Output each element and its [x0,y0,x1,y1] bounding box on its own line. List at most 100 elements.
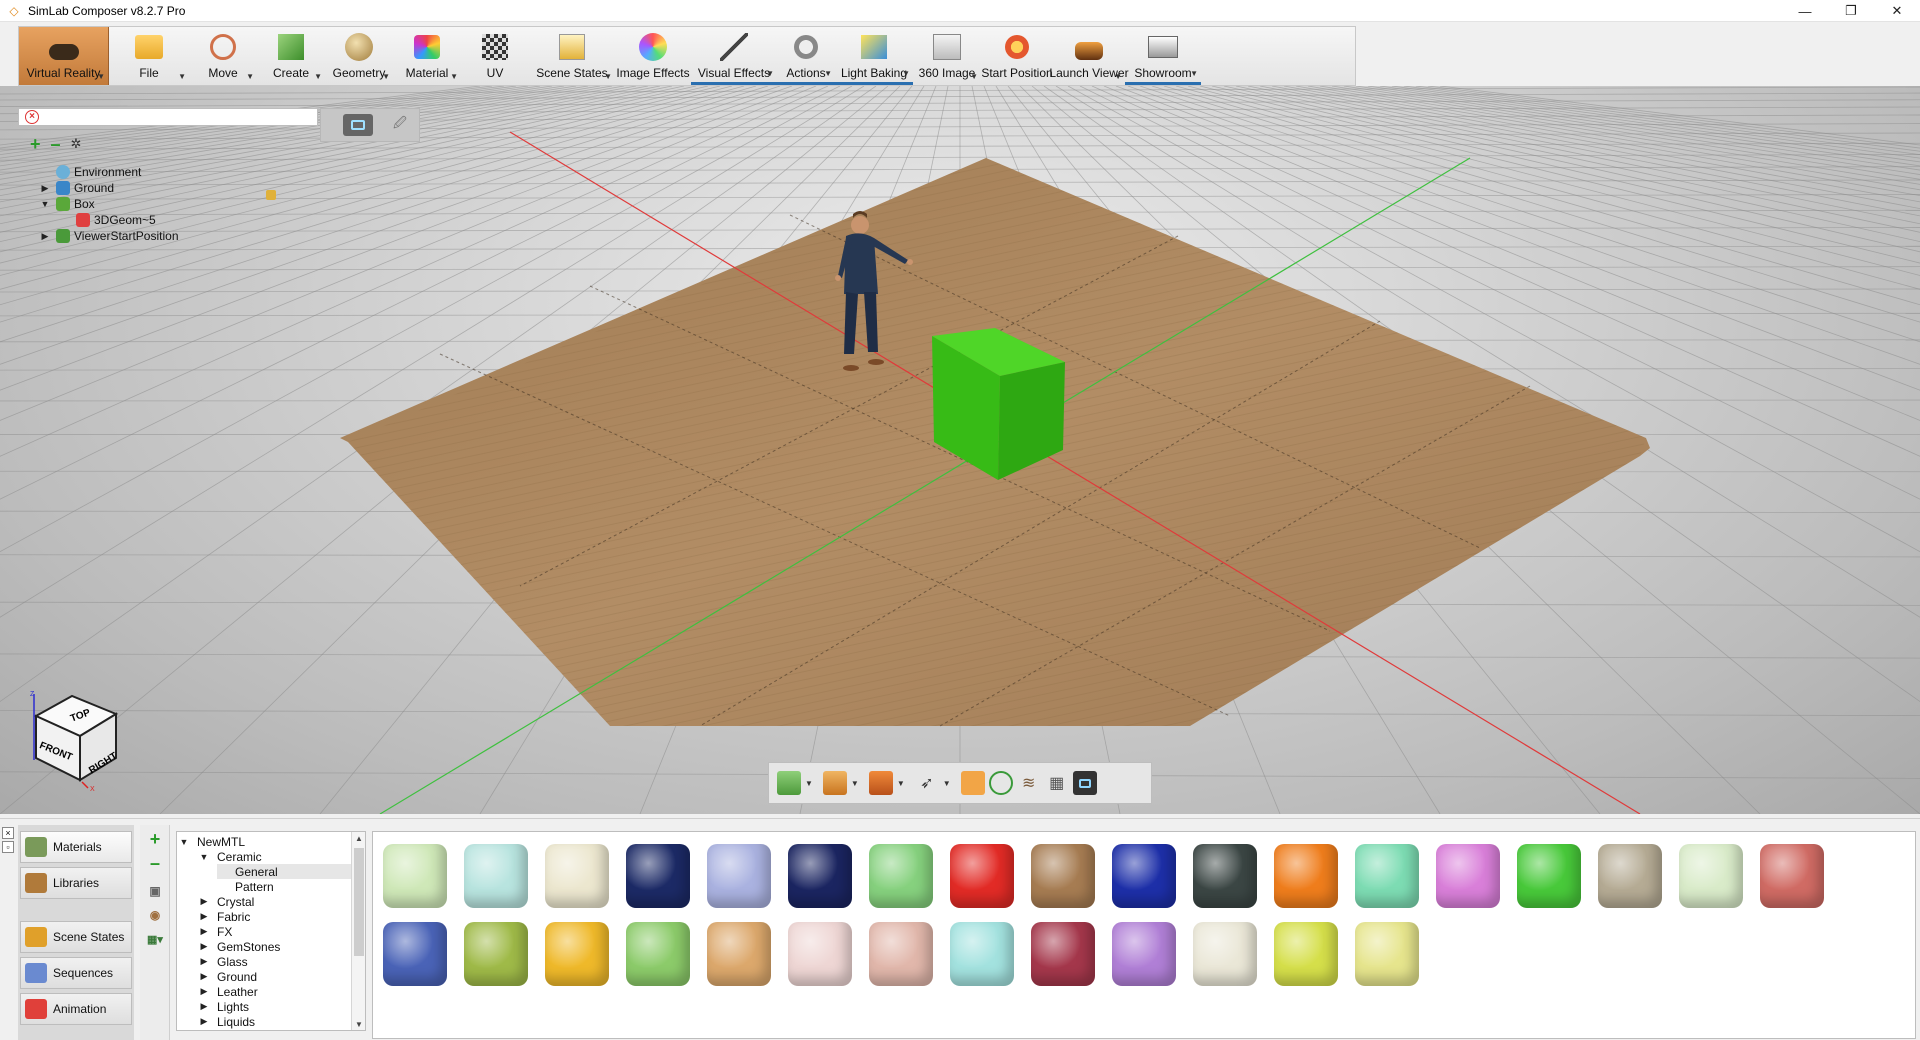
material-category-item[interactable]: Pattern [217,879,274,894]
scene-search-input[interactable] [45,110,305,124]
material-swatch[interactable] [383,844,447,908]
material-swatch[interactable] [1517,844,1581,908]
material-swatch[interactable] [1679,844,1743,908]
fit-view-icon[interactable] [960,771,985,795]
expand-arrow-icon[interactable]: ▶ [199,926,209,937]
material-swatch[interactable] [1274,922,1338,986]
material-view-options-icon[interactable]: ▦▾ [146,931,164,947]
material-category-item[interactable]: ▶ FX [199,924,233,939]
screenshot-camera-icon[interactable] [1072,771,1097,795]
close-button[interactable]: ✕ [1874,0,1920,22]
material-category-item[interactable]: ▶ Ground [199,969,258,984]
toolbar-material-button[interactable]: Material ▼ [393,27,461,85]
chevron-down-icon[interactable]: ▼ [1190,69,1198,78]
pin-panel-icon[interactable]: 🖉 [393,114,407,136]
material-swatch[interactable] [626,844,690,908]
material-category-item[interactable]: ▼ NewMTL [179,834,245,849]
material-category-item[interactable]: ▶ Crystal [199,894,255,909]
tree-settings-icon[interactable]: ✲ [71,136,82,152]
toolbar-geometry-button[interactable]: Geometry ▼ [325,27,393,85]
expand-arrow-icon[interactable]: ▶ [199,956,209,967]
material-category-item[interactable]: ▶ GemStones [199,939,281,954]
chevron-down-icon[interactable]: ▼ [766,69,774,78]
object-display-icon[interactable] [868,771,893,795]
material-swatch[interactable] [950,844,1014,908]
material-swatch[interactable] [1193,844,1257,908]
camera-snapshot-button[interactable] [343,114,373,136]
expand-arrow-icon[interactable]: ▶ [199,986,209,997]
side-tab-scene-states[interactable]: Scene States [20,921,132,953]
collapse-arrow-icon[interactable]: ▼ [199,852,209,862]
material-sphere-icon[interactable]: ◉ [146,907,164,923]
material-swatch[interactable] [545,922,609,986]
chevron-down-icon[interactable]: ▼ [382,72,390,81]
toolbar-actions-button[interactable]: Actions ▼ [777,27,835,85]
material-swatch[interactable] [545,844,609,908]
lock-icon[interactable] [266,190,276,200]
restore-button[interactable]: ❐ [1828,0,1874,22]
material-swatch[interactable] [1760,844,1824,908]
scroll-thumb[interactable] [354,848,364,956]
material-category-item[interactable]: ▶ Liquids [199,1014,256,1029]
chevron-down-icon[interactable]: ▼ [604,72,612,81]
grid-toggle-icon[interactable]: ▦ [1045,771,1069,795]
scene-tree-item[interactable]: Environment [40,164,141,180]
chevron-down-icon[interactable]: ▼ [902,69,910,78]
material-swatch[interactable] [869,922,933,986]
minimize-button[interactable]: — [1782,0,1828,22]
material-swatch[interactable] [626,922,690,986]
material-swatch[interactable] [1436,844,1500,908]
toolbar-file-button[interactable]: File ▼ [109,27,189,85]
ground-dropdown-icon[interactable]: ▼ [851,779,859,788]
select-dropdown-icon[interactable]: ▼ [943,779,951,788]
toolbar-uv-button[interactable]: UV [461,27,529,85]
scene-search-field[interactable]: × » [18,108,338,126]
remove-node-icon[interactable]: – [51,135,61,153]
toolbar-image-effects-button[interactable]: Image Effects [615,27,691,85]
side-tab-animation[interactable]: Animation [20,993,132,1025]
toolbar-create-button[interactable]: Create ▼ [257,27,325,85]
object-dropdown-icon[interactable]: ▼ [897,779,905,788]
material-swatch[interactable] [1355,922,1419,986]
collapse-arrow-icon[interactable]: ▼ [40,199,50,209]
material-tree-scrollbar[interactable]: ▲ ▼ [351,832,365,1030]
material-category-item[interactable]: ▶ Fabric [199,909,251,924]
scroll-down-icon[interactable]: ▼ [352,1018,365,1030]
toolbar-360-image-button[interactable]: 360 Image ▼ [913,27,981,85]
scroll-up-icon[interactable]: ▲ [352,832,365,846]
material-swatch[interactable] [788,844,852,908]
float-panel-icon[interactable]: ▫ [2,841,14,853]
chevron-down-icon[interactable]: ▼ [178,72,186,81]
material-category-item[interactable]: ▶ Glass [199,954,248,969]
remove-material-icon[interactable]: – [146,853,164,873]
material-category-item[interactable]: ▶ Lights [199,999,250,1014]
material-swatch[interactable] [1355,844,1419,908]
chevron-down-icon[interactable]: ▼ [824,69,832,78]
clear-search-icon[interactable]: × [25,110,39,124]
material-library-icon[interactable]: ▣ [146,883,164,899]
ground-display-icon[interactable] [822,771,847,795]
chevron-down-icon[interactable]: ▼ [970,72,978,81]
material-swatch[interactable] [869,844,933,908]
material-swatch[interactable] [464,844,528,908]
material-swatch[interactable] [1112,844,1176,908]
toolbar-launch-viewer-button[interactable]: Launch Viewer ▼ [1049,27,1129,85]
material-category-item[interactable]: General [217,864,353,879]
view-cube[interactable]: TOP FRONT RIGHT Z X [26,688,126,793]
material-swatch[interactable] [383,922,447,986]
material-swatch[interactable] [1031,922,1095,986]
material-category-item[interactable]: ▶ Leather [199,984,258,999]
material-swatch[interactable] [1193,922,1257,986]
scene-tree-item[interactable]: ▶ ViewerStartPosition [40,228,179,244]
material-swatch[interactable] [1274,844,1338,908]
zoom-extents-icon[interactable] [988,771,1013,795]
select-cursor-icon[interactable]: ➶ [915,771,939,795]
toolbar-showroom-button[interactable]: Showroom ▼ [1125,27,1201,85]
material-swatch[interactable] [788,922,852,986]
layers-icon[interactable]: ≋ [1017,771,1041,795]
display-mode-cube-icon[interactable] [777,771,801,795]
material-swatch[interactable] [1598,844,1662,908]
chevron-down-icon[interactable]: ▼ [97,72,105,81]
toolbar-start-position-button[interactable]: Start Position [981,27,1053,85]
expand-arrow-icon[interactable]: ▶ [199,896,209,907]
